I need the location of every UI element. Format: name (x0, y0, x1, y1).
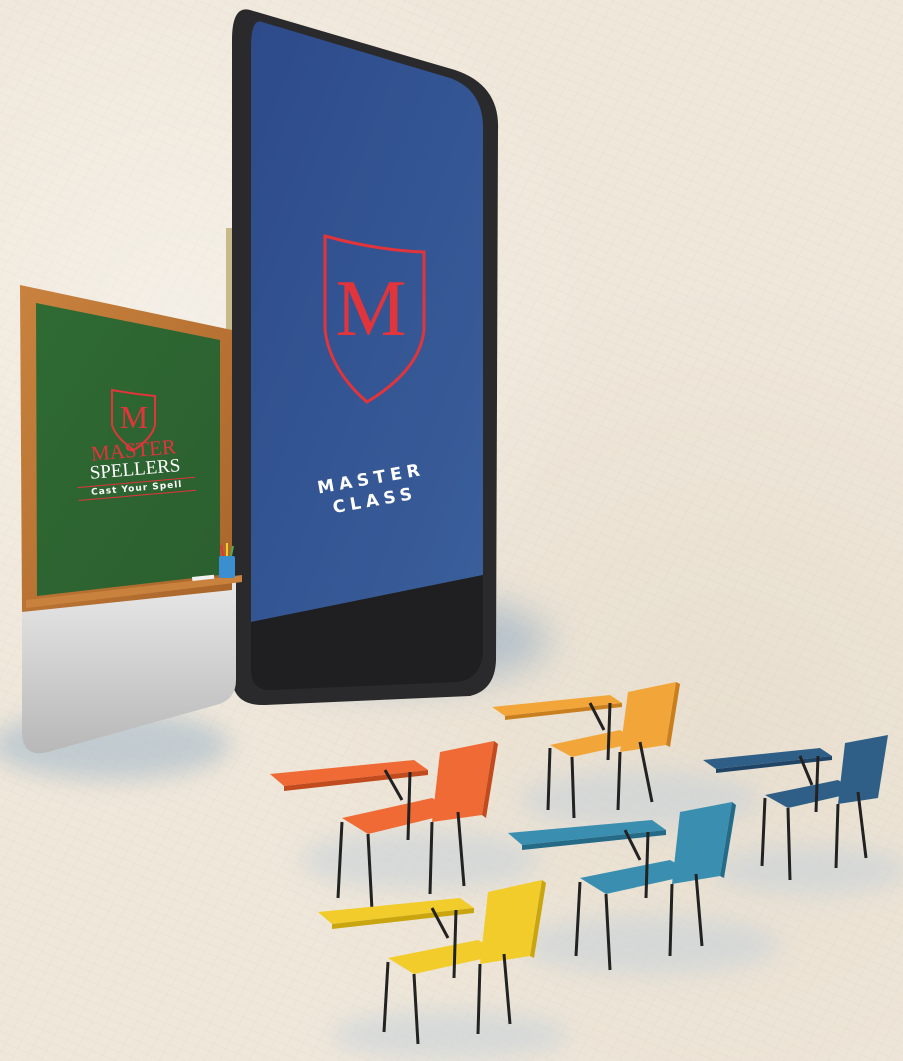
classroom-illustration: M M (0, 9, 903, 1060)
logo-letter: M (335, 265, 406, 353)
phone-device (226, 9, 499, 706)
chalkboard-logo-letter: M (120, 399, 148, 435)
chalkboard-brand: MASTER SPELLERS Cast Your Spell (74, 434, 197, 502)
